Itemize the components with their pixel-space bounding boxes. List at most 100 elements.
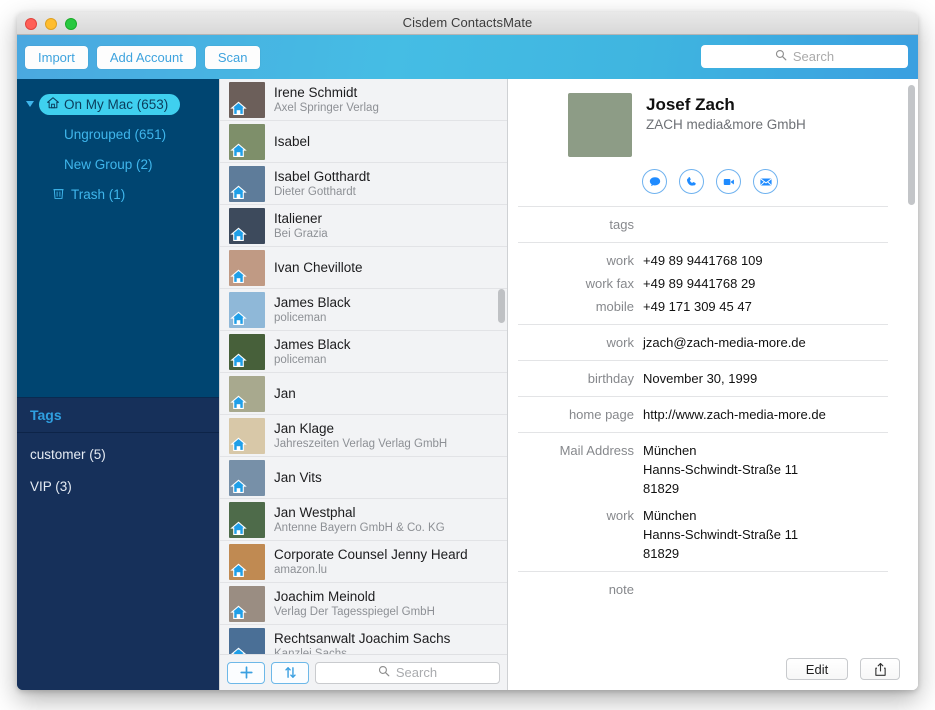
contact-list-item[interactable]: Jan Westphal Antenne Bayern GmbH & Co. KG <box>220 499 507 541</box>
contact-list-item[interactable]: Italiener Bei Grazia <box>220 205 507 247</box>
video-call-action-button[interactable] <box>716 169 741 194</box>
sidebar-groups: On My Mac (653) Ungrouped (651) New Grou… <box>17 79 219 209</box>
sidebar: On My Mac (653) Ungrouped (651) New Grou… <box>17 79 219 690</box>
contact-thumbnail <box>229 207 265 244</box>
main-toolbar: Import Add Account Scan Search <box>17 35 918 79</box>
contact-item-org: amazon.lu <box>274 563 328 576</box>
sidebar-item-new-group[interactable]: New Group (2) <box>17 149 219 179</box>
contact-thumbnail <box>229 459 265 496</box>
contact-field-row: home page http://www.zach-media-more.de <box>518 403 888 426</box>
contact-field-row: work +49 89 9441768 109 <box>518 249 888 272</box>
contact-item-text: Isabel Gotthardt Dieter Gotthardt <box>274 169 370 199</box>
contact-item-org: Bei Grazia <box>274 227 328 240</box>
contact-list-item[interactable]: Rechtsanwalt Joachim Sachs Kanzlei Sachs <box>220 625 507 654</box>
contact-list-item[interactable]: Jan Vits <box>220 457 507 499</box>
tag-item-customer[interactable]: customer (5) <box>17 439 219 471</box>
contact-list-item[interactable]: Jan Klage Jahreszeiten Verlag Verlag GmbH <box>220 415 507 457</box>
contact-field-value: http://www.zach-media-more.de <box>643 407 826 422</box>
contact-item-name: Jan Westphal <box>274 504 356 520</box>
contact-field-label: mobile <box>595 299 634 314</box>
contact-list-item[interactable]: Jan <box>220 373 507 415</box>
scan-button[interactable]: Scan <box>204 45 261 69</box>
contact-field-group: note <box>518 571 888 607</box>
email-action-button[interactable] <box>753 169 778 194</box>
add-contact-button[interactable] <box>227 661 265 684</box>
contact-item-text: Joachim Meinold Verlag Der Tagesspiegel G… <box>274 589 435 619</box>
tag-label: VIP (3) <box>30 479 72 494</box>
house-icon <box>229 394 247 412</box>
contact-organization: ZACH media&more GmbH <box>646 117 806 132</box>
sidebar-item-on-my-mac[interactable]: On My Mac (653) <box>17 89 219 119</box>
contact-list-item[interactable]: James Black policeman <box>220 289 507 331</box>
toolbar-search-placeholder: Search <box>792 49 835 64</box>
contact-list-item[interactable]: Ivan Chevillote <box>220 247 507 289</box>
edit-button[interactable]: Edit <box>786 658 848 680</box>
call-action-button[interactable] <box>679 169 704 194</box>
contact-list-item[interactable]: Irene Schmidt Axel Springer Verlag <box>220 79 507 121</box>
contact-item-org: Jahreszeiten Verlag Verlag GmbH <box>274 437 448 450</box>
tag-item-vip[interactable]: VIP (3) <box>17 471 219 503</box>
house-icon <box>229 646 247 654</box>
contact-list-search-placeholder: Search <box>395 665 438 680</box>
contact-item-text: Jan Westphal Antenne Bayern GmbH & Co. KG <box>274 505 445 535</box>
import-button[interactable]: Import <box>25 45 88 69</box>
contact-item-text: Rechtsanwalt Joachim Sachs Kanzlei Sachs <box>274 631 450 655</box>
app-window: Cisdem ContactsMate Import Add Account S… <box>17 12 918 690</box>
contact-item-text: Isabel <box>274 134 310 149</box>
contact-identity: Josef Zach ZACH media&more GmbH <box>646 93 806 134</box>
house-icon <box>229 142 247 160</box>
share-button[interactable] <box>860 658 900 680</box>
contact-list[interactable]: Irene Schmidt Axel Springer Verlag Isabel I… <box>220 79 507 654</box>
contact-field-row: mobile +49 171 309 45 47 <box>518 295 888 318</box>
contact-list-toolbar: Search <box>220 654 507 690</box>
tag-label: customer (5) <box>30 447 106 462</box>
contact-actions <box>642 169 888 194</box>
contact-list-item[interactable]: Isabel Gotthardt Dieter Gotthardt <box>220 163 507 205</box>
sort-icon <box>284 667 296 678</box>
house-icon <box>229 310 247 328</box>
contact-list-item[interactable]: Isabel <box>220 121 507 163</box>
window-body: On My Mac (653) Ungrouped (651) New Grou… <box>17 79 918 690</box>
contact-item-text: James Black policeman <box>274 295 351 325</box>
screen: Cisdem ContactsMate Import Add Account S… <box>0 0 935 710</box>
contact-field-label: work fax <box>585 276 634 291</box>
contact-thumbnail <box>229 291 265 328</box>
sidebar-item-trash[interactable]: Trash (1) <box>17 179 219 209</box>
message-action-button[interactable] <box>642 169 667 194</box>
contact-list-item[interactable]: James Black policeman <box>220 331 507 373</box>
contact-item-org: Verlag Der Tagesspiegel GmbH <box>274 605 435 618</box>
house-icon <box>229 184 247 202</box>
contact-field-group: Mail Address München Hanns-Schwindt-Straß… <box>518 432 888 571</box>
contact-field-value: München Hanns-Schwindt-Straße 11 81829 <box>643 443 799 496</box>
contact-field-group: home page http://www.zach-media-more.de <box>518 396 888 432</box>
toolbar-search-field[interactable]: Search <box>701 45 908 68</box>
contact-field-value: +49 171 309 45 47 <box>643 299 752 314</box>
house-icon <box>229 604 247 622</box>
house-icon <box>229 268 247 286</box>
detail-scrollbar[interactable] <box>908 85 915 205</box>
contact-field-group: tags <box>518 206 888 242</box>
sidebar-item-label: New Group (2) <box>64 156 153 172</box>
contact-list-item[interactable]: Corporate Counsel Jenny Heard amazon.lu <box>220 541 507 583</box>
contact-thumbnail <box>229 165 265 202</box>
contact-field-value: +49 89 9441768 29 <box>643 276 756 291</box>
chevron-down-icon[interactable] <box>26 101 34 107</box>
contact-field-label: work <box>606 508 634 523</box>
contact-list-item[interactable]: Joachim Meinold Verlag Der Tagesspiegel G… <box>220 583 507 625</box>
message-icon <box>649 176 660 186</box>
contact-item-name: Italiener <box>274 210 323 226</box>
share-icon <box>874 662 886 676</box>
sidebar-selected-chip[interactable]: On My Mac (653) <box>39 93 181 115</box>
contact-list-column: Irene Schmidt Axel Springer Verlag Isabel I… <box>219 79 508 690</box>
sidebar-item-ungrouped[interactable]: Ungrouped (651) <box>17 119 219 149</box>
add-account-button[interactable]: Add Account <box>96 45 196 69</box>
sort-button[interactable] <box>271 661 309 684</box>
contact-thumbnail <box>229 375 265 412</box>
video-icon <box>723 178 734 185</box>
search-icon <box>378 664 390 682</box>
contact-thumbnail <box>229 123 265 160</box>
contact-item-name: Jan Vits <box>274 470 322 485</box>
contact-list-search-field[interactable]: Search <box>315 661 500 684</box>
contact-list-scrollbar[interactable] <box>498 289 505 323</box>
sidebar-item-label: On My Mac (653) <box>64 96 169 112</box>
